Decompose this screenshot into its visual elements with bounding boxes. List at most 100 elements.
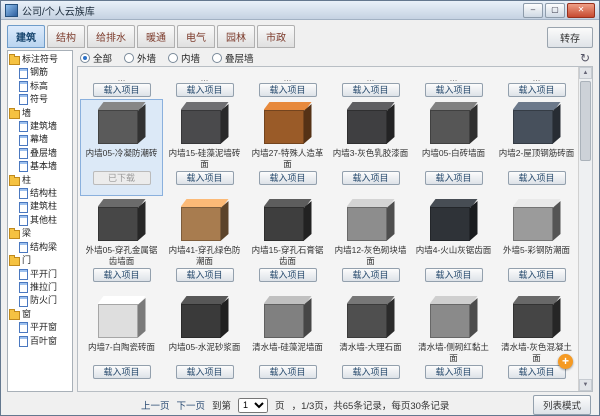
load-project-button[interactable]: 载入项目 — [176, 83, 234, 97]
thumb-front-face — [430, 207, 470, 241]
tree-item[interactable]: 结构梁 — [9, 241, 71, 254]
wall-card[interactable]: 外墙5-彩钢防潮面载入项目 — [495, 196, 578, 293]
thumb-front-face — [264, 207, 304, 241]
next-page-button[interactable]: 下一页 — [177, 398, 206, 412]
scroll-up-icon[interactable]: ▲ — [579, 67, 592, 79]
tree-item[interactable]: 窗 — [9, 308, 71, 321]
tree-item[interactable]: 梁 — [9, 227, 71, 240]
wall-card-partial[interactable]: …载入项目 — [329, 67, 412, 99]
tree-item[interactable]: 门 — [9, 254, 71, 267]
wall-card[interactable]: 清水墙-灰色混凝土面载入项目 — [495, 293, 578, 390]
load-project-button[interactable]: 载入项目 — [342, 83, 400, 97]
filter-radio[interactable]: 全部 — [80, 51, 112, 65]
wall-card[interactable]: 内墙3-灰色乳胶漆面载入项目 — [329, 99, 412, 196]
load-project-button[interactable]: 载入项目 — [93, 268, 151, 282]
wall-card-partial[interactable]: …载入项目 — [163, 67, 246, 99]
wall-card-partial[interactable]: …载入项目 — [246, 67, 329, 99]
wall-card[interactable]: 内墙15-硅藻泥墙砖面载入项目 — [163, 99, 246, 196]
load-project-button[interactable]: 载入项目 — [93, 365, 151, 379]
load-project-button[interactable]: 载入项目 — [176, 268, 234, 282]
prev-page-button[interactable]: 上一页 — [141, 398, 170, 412]
tree-item[interactable]: 钢筋 — [9, 66, 71, 79]
tree-item[interactable]: 叠层墙 — [9, 147, 71, 160]
tree-item[interactable]: 防火门 — [9, 294, 71, 307]
filter-radio[interactable]: 内墙 — [168, 51, 200, 65]
load-project-button[interactable]: 载入项目 — [259, 268, 317, 282]
load-project-button[interactable]: 载入项目 — [259, 83, 317, 97]
tab-item[interactable]: 建筑 — [7, 25, 45, 48]
wall-card[interactable]: 内墙4-火山灰锯齿面载入项目 — [412, 196, 495, 293]
tab-item[interactable]: 市政 — [257, 25, 295, 48]
wall-card[interactable]: 内墙27-特殊人造革面载入项目 — [246, 99, 329, 196]
wall-card[interactable]: 内墙7-白陶瓷砖面载入项目 — [80, 293, 163, 390]
tree-item[interactable]: 平开窗 — [9, 321, 71, 334]
load-project-button[interactable]: 载入项目 — [508, 365, 566, 379]
add-button[interactable]: + — [558, 354, 573, 369]
load-project-button[interactable]: 载入项目 — [259, 365, 317, 379]
tree-item[interactable]: 建筑柱 — [9, 200, 71, 213]
thumb-front-face — [98, 110, 138, 144]
tree-item[interactable]: 百叶窗 — [9, 335, 71, 348]
titlebar[interactable]: 公司/个人云族库 – ▢ ✕ — [1, 1, 599, 20]
maximize-button[interactable]: ▢ — [545, 3, 565, 18]
tree-item[interactable]: 标注符号 — [9, 53, 71, 66]
load-project-button[interactable]: 载入项目 — [342, 268, 400, 282]
filter-radio[interactable]: 叠层墙 — [212, 51, 254, 65]
load-project-button[interactable]: 载入项目 — [176, 171, 234, 185]
tab-item[interactable]: 电气 — [177, 25, 215, 48]
tree-item[interactable]: 幕墙 — [9, 133, 71, 146]
wall-card[interactable]: 内墙41-穿孔绿色防潮面载入项目 — [163, 196, 246, 293]
vertical-scrollbar[interactable]: ▲ ▼ — [578, 67, 592, 391]
load-project-button[interactable]: 载入项目 — [425, 83, 483, 97]
wall-card[interactable]: 清水墙-硅藻泥墙面载入项目 — [246, 293, 329, 390]
page-number-select[interactable]: 1 — [238, 398, 268, 413]
minimize-button[interactable]: – — [523, 3, 543, 18]
scroll-down-icon[interactable]: ▼ — [579, 379, 592, 391]
wall-card-partial[interactable]: …载入项目 — [80, 67, 163, 99]
tab-item[interactable]: 园林 — [217, 25, 255, 48]
tree-item[interactable]: 墙 — [9, 107, 71, 120]
tree-item-label: 平开门 — [30, 268, 57, 281]
load-project-button[interactable]: 载入项目 — [342, 171, 400, 185]
load-project-button[interactable]: 载入项目 — [93, 83, 151, 97]
load-project-button[interactable]: 载入项目 — [425, 268, 483, 282]
save-as-button[interactable]: 转存 — [547, 27, 593, 48]
tree-item[interactable]: 符号 — [9, 93, 71, 106]
wall-card[interactable]: 清水墙-侧砌红黏土面载入项目 — [412, 293, 495, 390]
tab-item[interactable]: 结构 — [47, 25, 85, 48]
wall-card[interactable]: 外墙05-穿孔金属锯齿墙面载入项目 — [80, 196, 163, 293]
wall-card-partial[interactable]: …载入项目 — [495, 67, 578, 99]
tab-item[interactable]: 给排水 — [87, 25, 135, 48]
list-mode-button[interactable]: 列表模式 — [533, 395, 591, 415]
tree-item[interactable]: 其他柱 — [9, 214, 71, 227]
load-project-button[interactable]: 载入项目 — [508, 83, 566, 97]
tab-item[interactable]: 暖通 — [137, 25, 175, 48]
wall-card[interactable]: 内墙15-穿孔石膏锯齿面载入项目 — [246, 196, 329, 293]
load-project-button[interactable]: 载入项目 — [425, 171, 483, 185]
tree-item[interactable]: 柱 — [9, 174, 71, 187]
wall-name-clipped: … — [450, 74, 458, 83]
tree-item[interactable]: 建筑墙 — [9, 120, 71, 133]
tree-item[interactable]: 基本墙 — [9, 160, 71, 173]
tree-item[interactable]: 平开门 — [9, 268, 71, 281]
wall-card[interactable]: 内墙05-水泥砂浆面载入项目 — [163, 293, 246, 390]
load-project-button[interactable]: 载入项目 — [176, 365, 234, 379]
load-project-button[interactable]: 载入项目 — [508, 171, 566, 185]
load-project-button[interactable]: 载入项目 — [425, 365, 483, 379]
tree-item[interactable]: 标高 — [9, 80, 71, 93]
tree-item[interactable]: 结构柱 — [9, 187, 71, 200]
refresh-icon[interactable]: ↻ — [580, 51, 590, 65]
close-button[interactable]: ✕ — [567, 3, 595, 18]
load-project-button[interactable]: 载入项目 — [342, 365, 400, 379]
wall-card[interactable]: 内墙12-灰色砌块墙面载入项目 — [329, 196, 412, 293]
wall-card[interactable]: 内墙05-白砖墙面载入项目 — [412, 99, 495, 196]
scrollbar-thumb[interactable] — [580, 81, 591, 161]
wall-card[interactable]: 内墙05-冷凝防潮砖已下载 — [80, 99, 163, 196]
wall-card[interactable]: 内墙2-屋顶钢筋砖面载入项目 — [495, 99, 578, 196]
load-project-button[interactable]: 载入项目 — [508, 268, 566, 282]
load-project-button[interactable]: 载入项目 — [259, 171, 317, 185]
wall-card[interactable]: 清水墙-大理石面载入项目 — [329, 293, 412, 390]
filter-radio[interactable]: 外墙 — [124, 51, 156, 65]
wall-card-partial[interactable]: …载入项目 — [412, 67, 495, 99]
tree-item[interactable]: 推拉门 — [9, 281, 71, 294]
